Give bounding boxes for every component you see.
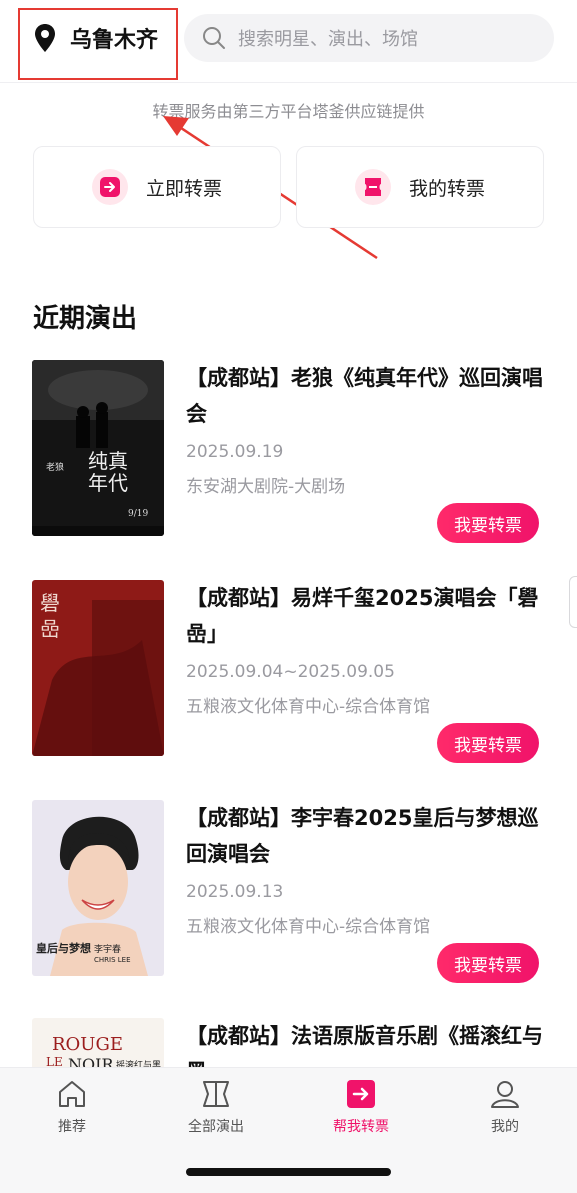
svg-text:嵒: 嵒 xyxy=(40,617,60,641)
profile-icon xyxy=(491,1081,519,1108)
city-label: 乌鲁木齐 xyxy=(70,28,159,53)
nav-item-resell[interactable]: 帮我转票 xyxy=(311,1078,411,1136)
show-title[interactable]: 【成都站】李宇春2025皇后与梦想巡回演唱会 xyxy=(186,800,546,872)
show-venue: 五粮液文化体育中心-综合体育馆 xyxy=(186,697,431,717)
show-poster[interactable]: 皇后与梦想 李宇春 CHRIS LEE xyxy=(32,800,164,976)
transfer-now-label: 立即转票 xyxy=(146,177,223,200)
scroll-handle[interactable] xyxy=(569,576,577,628)
show-title[interactable]: 【成都站】老狼《纯真年代》巡回演唱会 xyxy=(186,360,546,432)
svg-text:礐: 礐 xyxy=(40,591,60,615)
ticket-icon xyxy=(365,178,381,196)
top-bar: 乌鲁木齐 搜索明星、演出、场馆 xyxy=(0,0,577,82)
nav-item-profile[interactable]: 我的 xyxy=(455,1078,555,1136)
svg-text:9/19: 9/19 xyxy=(128,509,148,519)
show-date: 2025.09.19 xyxy=(186,442,284,462)
search-icon xyxy=(203,27,225,49)
svg-text:老狼: 老狼 xyxy=(46,461,64,473)
section-title-recent: 近期演出 xyxy=(33,304,138,334)
home-icon xyxy=(59,1081,85,1107)
home-indicator xyxy=(186,1168,391,1176)
show-poster[interactable]: 老狼 纯真 年代 9/19 xyxy=(32,360,164,536)
my-transfers-card[interactable]: 我的转票 xyxy=(296,146,544,228)
nav-label: 我的 xyxy=(491,1119,519,1135)
city-selector[interactable]: 乌鲁木齐 xyxy=(34,22,158,54)
resell-icon xyxy=(347,1080,375,1108)
nav-item-all-shows[interactable]: 全部演出 xyxy=(166,1078,266,1136)
search-placeholder: 搜索明星、演出、场馆 xyxy=(238,29,418,50)
sell-ticket-button[interactable]: 我要转票 xyxy=(437,723,539,763)
sell-ticket-button[interactable]: 我要转票 xyxy=(437,503,539,543)
transfer-now-card[interactable]: 立即转票 xyxy=(33,146,281,228)
my-transfers-label: 我的转票 xyxy=(409,177,486,200)
svg-text:纯真: 纯真 xyxy=(88,449,128,473)
show-venue: 东安湖大剧院-大剧场 xyxy=(186,477,346,497)
svg-text:皇后与梦想: 皇后与梦想 xyxy=(36,941,91,955)
my-transfers-icon-wrap xyxy=(355,169,391,205)
svg-text:ROUGE: ROUGE xyxy=(52,1034,123,1055)
show-date: 2025.09.04~2025.09.05 xyxy=(186,662,395,682)
transfer-now-icon-wrap xyxy=(92,169,128,205)
nav-label: 帮我转票 xyxy=(333,1119,389,1135)
nav-label: 推荐 xyxy=(58,1119,86,1135)
show-item[interactable]: 礐 嵒 【成都站】易烊千玺2025演唱会「礐嵒」 2025.09.04~2025… xyxy=(0,580,577,780)
show-item[interactable]: 老狼 纯真 年代 9/19 【成都站】老狼《纯真年代》巡回演唱会 2025.09… xyxy=(0,360,577,560)
service-notice: 转票服务由第三方平台塔釜供应链提供 xyxy=(152,102,425,121)
nav-label: 全部演出 xyxy=(188,1119,244,1135)
show-date: 2025.09.13 xyxy=(186,882,284,902)
sell-ticket-button[interactable]: 我要转票 xyxy=(437,943,539,983)
svg-text:年代: 年代 xyxy=(88,471,128,495)
show-item[interactable]: 皇后与梦想 李宇春 CHRIS LEE 【成都站】李宇春2025皇后与梦想巡回演… xyxy=(0,800,577,1000)
resell-page: 乌鲁木齐 搜索明星、演出、场馆 转票服务由第三方平台塔釜供应链提供 立即转票 我… xyxy=(0,0,577,1193)
show-title[interactable]: 【成都站】易烊千玺2025演唱会「礐嵒」 xyxy=(186,580,546,652)
svg-text:李宇春: 李宇春 xyxy=(94,943,121,955)
location-pin-icon xyxy=(35,24,55,52)
shows-icon xyxy=(203,1081,229,1107)
show-poster[interactable]: 礐 嵒 xyxy=(32,580,164,756)
svg-text:CHRIS LEE: CHRIS LEE xyxy=(94,956,131,964)
header-divider xyxy=(0,82,577,83)
arrow-right-icon xyxy=(100,177,120,197)
search-bar[interactable]: 搜索明星、演出、场馆 xyxy=(184,14,554,62)
nav-item-home[interactable]: 推荐 xyxy=(22,1078,122,1136)
show-venue: 五粮液文化体育中心-综合体育馆 xyxy=(186,917,431,937)
